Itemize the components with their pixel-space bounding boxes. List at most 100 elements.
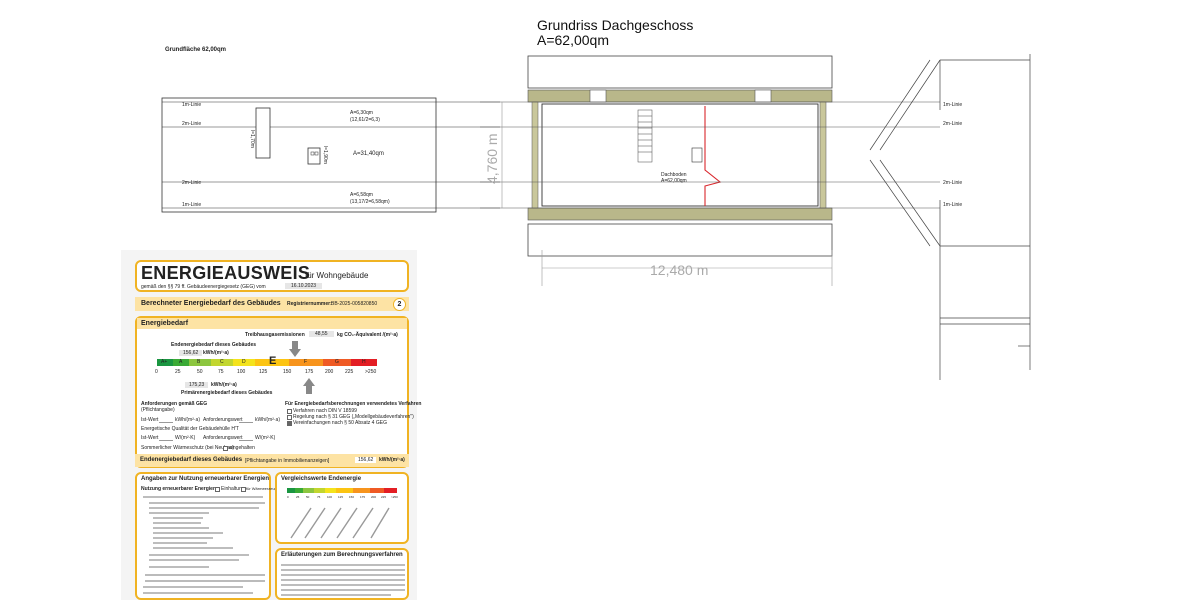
scale-tick-150: 150: [283, 369, 292, 375]
left-line-label-2: 2m-Linie: [182, 121, 202, 127]
energy-title: ENERGIEAUSWEIS: [141, 263, 311, 283]
req-ist-1: Ist-Wert: [141, 417, 159, 423]
req-unit-2: kWh/(m²·a): [255, 417, 280, 423]
scale-tick-250: >250: [365, 369, 377, 375]
left-zone-bot-calc: (13,17/2=6,58qm): [350, 199, 390, 205]
class-label-a: A: [179, 359, 183, 365]
req-summer: Sommerlicher Wärmeschutz (bei Neubau): [141, 445, 235, 451]
energy-footer-bar: Endenergiebedarf dieses Gebäudes [Pflich…: [135, 454, 409, 467]
req-sub: (Pflichtangabe): [141, 407, 175, 413]
class-label-e-current: E: [269, 355, 277, 367]
left-dim-vertical-2: l=1,90m: [322, 146, 328, 164]
right-line-label-1: 1m-Linie: [943, 102, 963, 108]
req-anf-2: Anforderungswert: [203, 435, 243, 441]
energy-demand-title: Energiebedarf: [141, 320, 189, 327]
req-unit-4: W/(m²·K): [255, 435, 276, 441]
left-line-label-3: 2m-Linie: [182, 180, 202, 186]
proc-item-3: Vereinfachungen nach § 50 Absatz 4 GEG: [293, 420, 387, 426]
scale-tick-175: 175: [305, 369, 314, 375]
class-label-d: D: [242, 359, 246, 365]
req-unit-3: W/(m²·K): [175, 435, 196, 441]
class-label-b: B: [197, 359, 201, 365]
class-label-f: F: [304, 359, 308, 365]
end-energy-arrow-icon: [289, 341, 301, 357]
left-zone-bot-area: A=6,58qm: [350, 192, 373, 198]
main-room-area: A=62,00qm: [661, 178, 687, 184]
class-label-h: H: [362, 359, 366, 365]
req-eingehalten: eingehalten: [229, 445, 255, 451]
energy-ghg-unit: kg CO₂-Äquivalent /(m²·a): [337, 332, 398, 338]
left-zone-mid-area: A=31,40qm: [353, 151, 384, 157]
compare-tick-25: 25: [296, 495, 300, 499]
scale-tick-25: 25: [175, 369, 181, 375]
class-label-c: C: [220, 359, 224, 365]
class-label-a-plus: A+: [161, 359, 168, 365]
plan-area: A=62,00qm: [537, 32, 609, 48]
energy-scale-ticks: 0 25 50 75 100 125 150 175 200 225 >250: [155, 369, 387, 377]
energy-section-title: Berechneter Energiebedarf des Gebäudes: [141, 300, 281, 307]
compare-tick-75: 75: [317, 495, 321, 499]
compare-tick-150: 150: [349, 495, 355, 499]
left-plan-area-label: Grundfläche 62,00qm: [165, 47, 227, 53]
scale-tick-200: 200: [325, 369, 334, 375]
energy-certificate: ENERGIEAUSWEIS für Wohngebäude gemäß den…: [121, 250, 421, 600]
left-line-label-1: 1m-Linie: [182, 102, 202, 108]
compare-tick-50: 50: [306, 495, 310, 499]
plan-title: Grundriss Dachgeschoss: [537, 17, 694, 33]
compare-tick-175: 175: [360, 495, 366, 499]
energy-date: 16.10.2023: [285, 283, 323, 289]
right-line-label-3: 2m-Linie: [943, 180, 963, 186]
energy-end-value: 156,62: [179, 350, 203, 356]
left-plan-drawing: [161, 97, 500, 213]
scale-tick-100: 100: [237, 369, 246, 375]
left-line-label-4: 1m-Linie: [182, 202, 202, 208]
energy-title-suffix: für Wohngebäude: [305, 271, 369, 280]
renewable-box: Angaben zur Nutzung erneuerbarer Energie…: [135, 472, 284, 600]
left-zone-top-area: A=6,30qm: [350, 110, 373, 116]
req-unit-1: kWh/(m²·a): [175, 417, 200, 423]
right-plan-drawing: [869, 54, 1031, 380]
left-zone-top-calc: (12,61/2=6,3): [350, 117, 380, 123]
compare-tick-225: 225: [381, 495, 387, 499]
energy-end-unit: kWh/(m²·a): [203, 350, 229, 356]
energy-end-label: Endenergiebedarf dieses Gebäudes: [171, 342, 257, 348]
compare-tick-125: 125: [338, 495, 344, 499]
right-line-label-2: 2m-Linie: [943, 121, 963, 127]
compare-title: Vergleichswerte Endenergie: [281, 476, 362, 482]
explain-box: Erläuterungen zum Berechnungsverfahren: [275, 548, 409, 600]
footer-unit: kWh/(m²·a): [379, 457, 405, 463]
req-qual: Energetische Qualität der Gebäudehülle H…: [141, 426, 239, 432]
energy-primary-value: 175,23: [185, 382, 209, 388]
energy-ghg-value: 48,55: [309, 331, 334, 337]
energy-primary-unit: kWh/(m²·a): [211, 382, 237, 388]
compare-tick-200: 200: [371, 495, 377, 499]
energy-demand-box: Energiebedarf Treibhausgasemissionen 48,…: [135, 316, 421, 468]
explain-title: Erläuterungen zum Berechnungsverfahren: [281, 552, 403, 558]
class-label-g: G: [335, 359, 339, 365]
renew-title: Angaben zur Nutzung erneuerbarer Energie…: [141, 476, 270, 482]
compare-box: Vergleichswerte Endenergie 0 25 50 75 10…: [275, 472, 409, 544]
main-height-dimension: 4,760 m: [484, 133, 500, 184]
energy-reg-number: BB-2025-005820850: [331, 301, 378, 307]
compare-scale: [287, 488, 397, 494]
energy-scale: A+ A B C D E F G H: [157, 355, 377, 367]
energy-page-number: 2: [393, 298, 406, 311]
primary-energy-arrow-icon: [303, 378, 315, 394]
compare-tick-100: 100: [327, 495, 333, 499]
proc-title: Für Energiebedarfsberechnungen verwendet…: [285, 401, 422, 407]
right-line-label-4: 1m-Linie: [943, 202, 963, 208]
compare-building-type-labels: [290, 507, 390, 539]
footer-value: 156,62: [355, 457, 377, 463]
req-anf-1: Anforderungswert: [203, 417, 243, 423]
main-width-dimension: 12,480 m: [650, 262, 709, 278]
energy-reg-label: Registriernummer:: [287, 301, 332, 307]
footer-note: [Pflichtangabe in Immobilienanzeigen]: [245, 458, 330, 464]
compare-tick-0: 0: [287, 495, 289, 499]
req-ist-2: Ist-Wert: [141, 435, 159, 441]
energy-subtitle: gemäß den §§ 79 ff. Gebäudeenergiegesetz…: [141, 284, 266, 290]
scale-tick-125: 125: [259, 369, 268, 375]
renew-sub: Nutzung erneuerbarer Energien: [141, 486, 217, 492]
scale-tick-75: 75: [218, 369, 224, 375]
scale-tick-0: 0: [155, 369, 158, 375]
scale-tick-50: 50: [197, 369, 203, 375]
